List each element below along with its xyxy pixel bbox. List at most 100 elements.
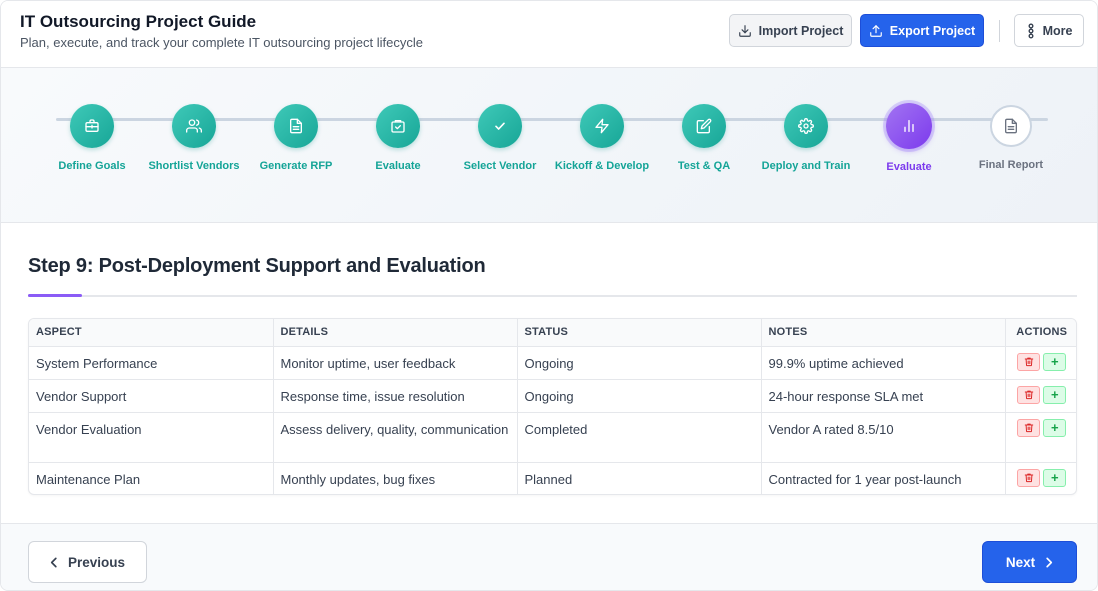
trash-icon	[1024, 473, 1033, 483]
cell-notes[interactable]: 99.9% uptime achieved	[761, 346, 1006, 380]
export-project-button[interactable]: Export Project	[860, 14, 984, 47]
cell-details[interactable]: Monitor uptime, user feedback	[273, 346, 518, 380]
trash-icon	[1024, 357, 1033, 367]
step-label: Deploy and Train	[761, 160, 851, 172]
cell-aspect[interactable]: System Performance	[29, 346, 274, 380]
step-circle-pending	[990, 105, 1032, 147]
cell-aspect[interactable]: Vendor Evaluation	[29, 412, 274, 463]
header: IT Outsourcing Project Guide Plan, execu…	[1, 1, 1097, 68]
next-label: Next	[1005, 554, 1036, 570]
step-circle-active	[886, 103, 932, 149]
add-row-button[interactable]: +	[1043, 385, 1067, 404]
cell-actions: +	[1005, 346, 1076, 380]
step-label: Final Report	[978, 159, 1044, 171]
document-icon	[1005, 118, 1017, 134]
step-label: Test & QA	[677, 160, 731, 172]
cell-details[interactable]: Monthly updates, bug fixes	[273, 462, 518, 494]
step-generate-rfp[interactable]: Generate RFP	[245, 104, 347, 173]
step-label: Evaluate	[375, 160, 421, 172]
step-select-vendor[interactable]: Select Vendor	[449, 104, 551, 173]
step-deploy-train[interactable]: Deploy and Train	[755, 104, 857, 173]
step-circle	[172, 104, 216, 148]
cell-actions: +	[1005, 412, 1076, 463]
delete-row-button[interactable]	[1017, 385, 1041, 404]
edit-icon	[696, 118, 712, 134]
upload-icon	[869, 24, 882, 37]
column-header-details[interactable]: DETAILS	[273, 319, 518, 347]
step-kickoff-develop[interactable]: Kickoff & Develop	[551, 104, 653, 173]
column-header-status[interactable]: STATUS	[517, 319, 762, 347]
app-window: IT Outsourcing Project Guide Plan, execu…	[0, 0, 1098, 591]
lightning-icon	[595, 118, 609, 134]
cell-details[interactable]: Response time, issue resolution	[273, 379, 518, 413]
clipboard-check-icon	[391, 120, 405, 133]
table-header-row: ASPECT DETAILS STATUS NOTES ACTIONS	[29, 319, 1076, 347]
cell-status[interactable]: Completed	[517, 412, 762, 463]
cell-aspect[interactable]: Maintenance Plan	[29, 462, 274, 494]
page-title: IT Outsourcing Project Guide	[20, 12, 257, 31]
cell-notes[interactable]: Vendor A rated 8.5/10	[761, 412, 1006, 463]
footer-nav: Previous Next	[1, 523, 1097, 590]
evaluation-table: ASPECT DETAILS STATUS NOTES ACTIONS Syst…	[28, 318, 1077, 495]
step-circle	[274, 104, 318, 148]
delete-row-button[interactable]	[1017, 468, 1041, 487]
header-divider	[999, 20, 1000, 42]
import-project-label: Import Project	[758, 23, 844, 38]
step-test-qa[interactable]: Test & QA	[653, 104, 755, 173]
cell-actions: +	[1005, 379, 1076, 413]
step-define-goals[interactable]: Define Goals	[41, 104, 143, 173]
next-button[interactable]: Next	[982, 541, 1077, 583]
progress-stepper: Define Goals Shortlist Vendors Generate …	[1, 68, 1097, 223]
cell-status[interactable]: Ongoing	[517, 346, 762, 380]
table-row: Vendor Support Response time, issue reso…	[29, 379, 1076, 413]
chevron-left-icon	[50, 557, 57, 567]
add-row-button[interactable]: +	[1043, 468, 1067, 487]
cell-notes[interactable]: 24-hour response SLA met	[761, 379, 1006, 413]
download-icon	[738, 24, 751, 37]
step-circle	[682, 104, 726, 148]
bar-chart-icon	[904, 120, 914, 132]
cell-status[interactable]: Planned	[517, 462, 762, 494]
briefcase-icon	[85, 119, 99, 132]
step-label: Select Vendor	[463, 160, 537, 172]
more-label: More	[1042, 23, 1073, 38]
step-label: Shortlist Vendors	[148, 160, 240, 172]
more-vertical-icon	[1028, 23, 1034, 38]
delete-row-button[interactable]	[1017, 418, 1041, 437]
column-header-aspect[interactable]: ASPECT	[29, 319, 274, 347]
import-project-button[interactable]: Import Project	[729, 14, 852, 47]
delete-row-button[interactable]	[1017, 352, 1041, 371]
chevron-right-icon	[1046, 557, 1053, 567]
cell-details[interactable]: Assess delivery, quality, communication	[273, 412, 518, 463]
export-project-label: Export Project	[889, 23, 976, 38]
column-header-actions: ACTIONS	[1005, 319, 1076, 347]
add-row-button[interactable]: +	[1043, 352, 1067, 371]
previous-button[interactable]: Previous	[28, 541, 147, 583]
cell-aspect[interactable]: Vendor Support	[29, 379, 274, 413]
step-circle	[784, 104, 828, 148]
step-heading: Step 9: Post-Deployment Support and Eval…	[28, 255, 486, 277]
step-circle	[478, 104, 522, 148]
step-evaluate-proposals[interactable]: Evaluate	[347, 104, 449, 173]
step-label: Define Goals	[58, 160, 126, 172]
gear-icon	[798, 118, 814, 134]
table-row: Vendor Evaluation Assess delivery, quali…	[29, 412, 1076, 463]
document-icon	[290, 118, 302, 134]
step-circle	[376, 104, 420, 148]
heading-accent	[28, 294, 82, 297]
table-row: System Performance Monitor uptime, user …	[29, 346, 1076, 380]
trash-icon	[1024, 423, 1033, 433]
cell-notes[interactable]: Contracted for 1 year post-launch	[761, 462, 1006, 494]
more-button[interactable]: More	[1014, 14, 1084, 47]
add-row-button[interactable]: +	[1043, 418, 1067, 437]
heading-divider	[28, 295, 1077, 297]
step-shortlist-vendors[interactable]: Shortlist Vendors	[143, 104, 245, 173]
table-row: Maintenance Plan Monthly updates, bug fi…	[29, 462, 1076, 494]
step-label: Kickoff & Develop	[554, 160, 650, 172]
users-icon	[186, 119, 202, 133]
column-header-notes[interactable]: NOTES	[761, 319, 1006, 347]
step-final-report[interactable]: Final Report	[960, 104, 1062, 172]
step-evaluate-current[interactable]: Evaluate	[858, 103, 960, 174]
page-subtitle: Plan, execute, and track your complete I…	[20, 35, 423, 50]
cell-status[interactable]: Ongoing	[517, 379, 762, 413]
